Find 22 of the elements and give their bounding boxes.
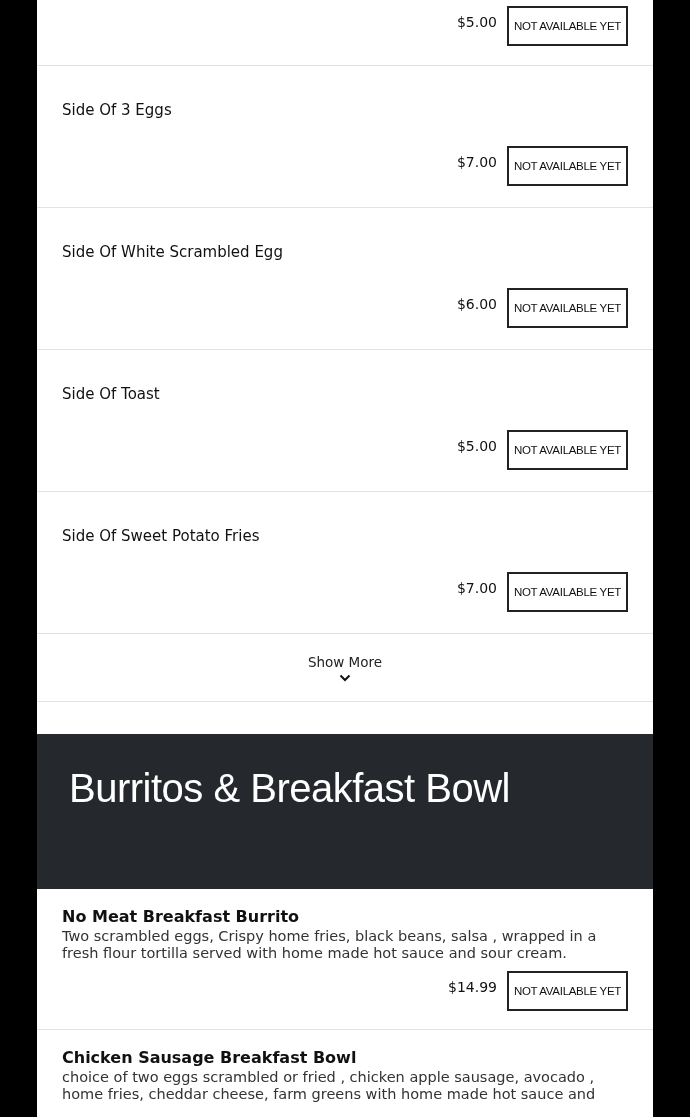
item-price: $14.99 (448, 979, 497, 995)
not-available-button[interactable]: NOT AVAILABLE YET (507, 146, 628, 186)
item-price: $5.00 (456, 14, 497, 30)
item-price: $7.00 (456, 154, 497, 170)
item-name: Side Of 3 Eggs (62, 100, 173, 121)
section-title: Burritos & Breakfast Bowl (69, 765, 511, 812)
item-price: $5.00 (456, 438, 497, 454)
item-price: $7.00 (456, 580, 497, 596)
not-available-button[interactable]: NOT AVAILABLE YET (507, 288, 628, 328)
not-available-button[interactable]: NOT AVAILABLE YET (507, 971, 628, 1011)
not-available-button[interactable]: NOT AVAILABLE YET (507, 430, 628, 470)
not-available-button[interactable]: NOT AVAILABLE YET (507, 6, 628, 46)
item-name: Side Of White Scrambled Egg (62, 242, 284, 263)
item-name: Chicken Sausage Breakfast Bowl (62, 1047, 358, 1069)
item-name: No Meat Breakfast Burrito (62, 906, 301, 928)
item-price: $6.00 (456, 296, 497, 312)
item-description: Two scrambled eggs, Crispy home fries, black beans, salsa , wrapped in a fresh flour tortilla served with home made hot sauce and sour cream. (62, 928, 598, 962)
chevron-down-icon (339, 674, 351, 682)
not-available-button[interactable]: NOT AVAILABLE YET (507, 572, 628, 612)
item-name: Side Of Toast (62, 384, 161, 405)
item-description: choice of two eggs scrambled or fried , chicken apple sausage, avocado , home fries, cheddar cheese, farm greens with home made hot sauce and (62, 1069, 597, 1103)
item-name: Side Of Sweet Potato Fries (62, 526, 261, 547)
